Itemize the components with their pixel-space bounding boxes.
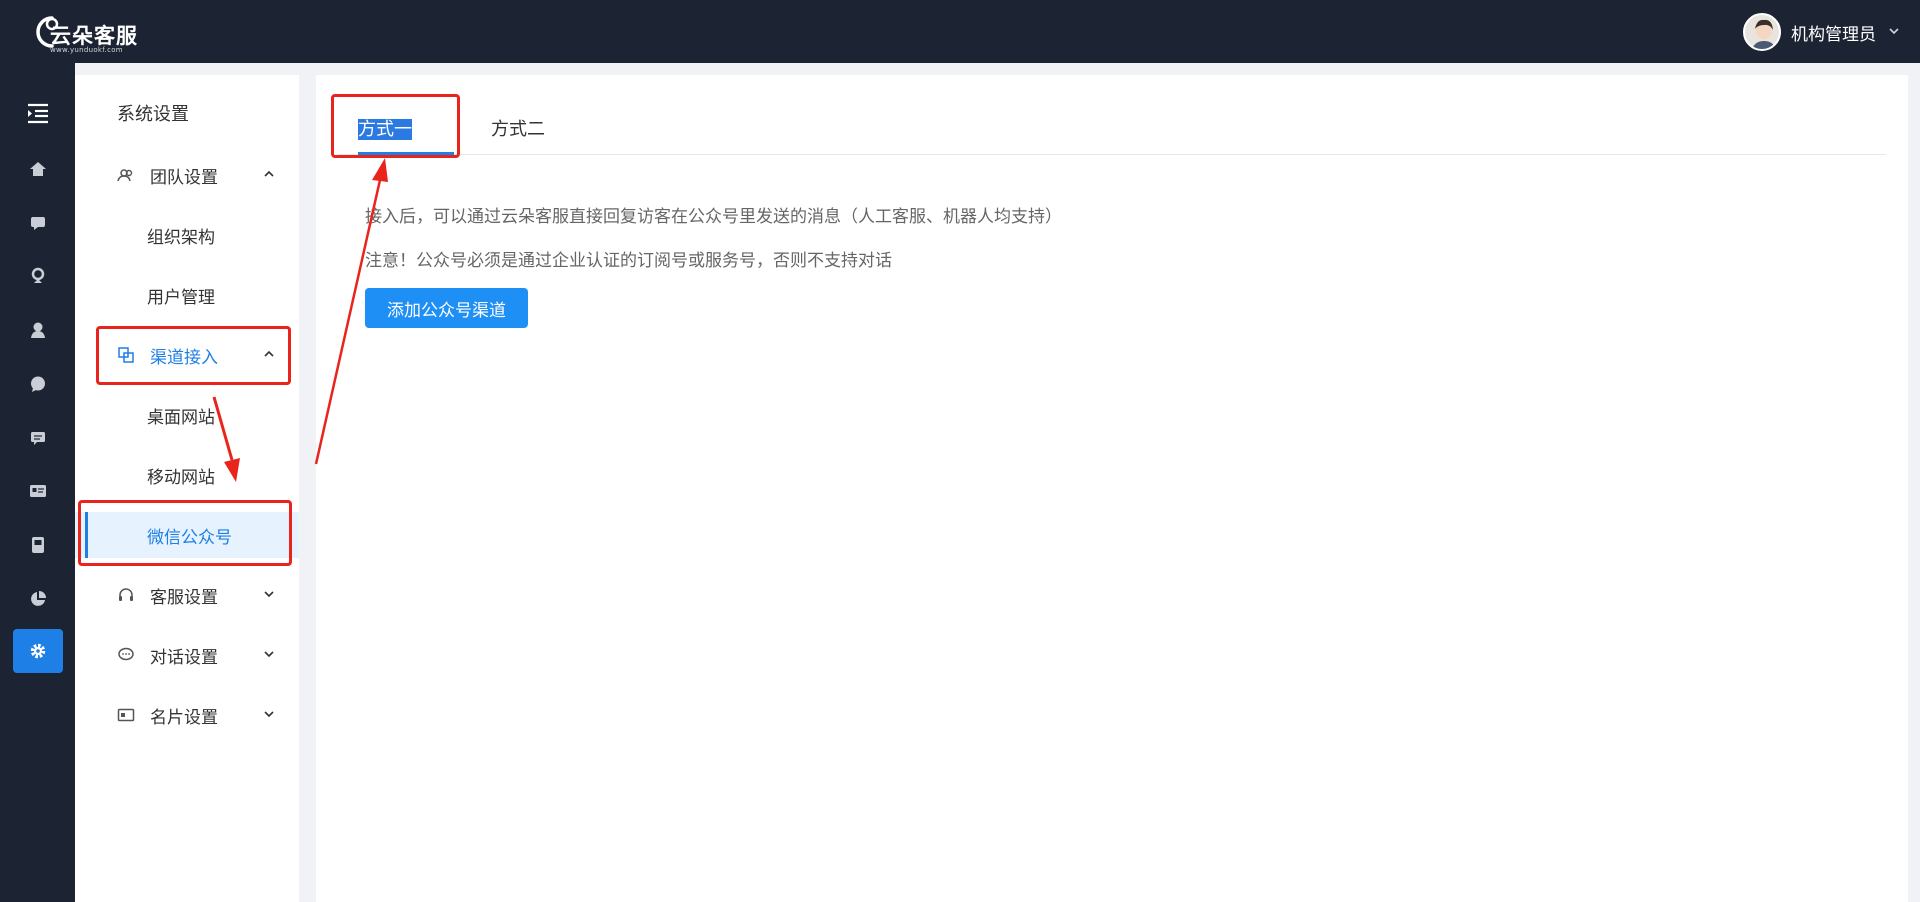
annotation-box: [96, 326, 291, 385]
home-icon[interactable]: [13, 147, 63, 191]
brand-url: www.yunduokf.com: [50, 46, 123, 54]
chevron-down-icon: [264, 591, 274, 598]
sidebar-group-dialog[interactable]: 对话设置: [75, 632, 299, 678]
sidebar-item-label: 组织架构: [147, 227, 215, 248]
annotation-box: [78, 500, 292, 566]
namecard-icon: [117, 708, 135, 722]
sidebar-title: 系统设置: [117, 104, 189, 125]
warning-text: 注意！公众号必须是通过企业认证的订阅号或服务号，否则不支持对话: [365, 251, 892, 271]
sidebar-item-label: 桌面网站: [147, 407, 215, 428]
dialog-icon: [118, 647, 134, 661]
phone-icon[interactable]: [13, 523, 63, 567]
customer-icon[interactable]: [13, 308, 63, 352]
annotation-box: [331, 94, 460, 158]
sidebar-group-label: 团队设置: [150, 167, 218, 188]
sidebar-item-mobile-site[interactable]: 移动网站: [75, 452, 299, 498]
sidebar-item-org[interactable]: 组织架构: [75, 212, 299, 258]
team-icon: [117, 169, 133, 182]
chevron-up-icon: [264, 170, 274, 177]
chat-icon[interactable]: [13, 201, 63, 245]
sidebar-group-service[interactable]: 客服设置: [75, 572, 299, 618]
chevron-down-icon: [1888, 25, 1900, 40]
comment-icon[interactable]: [13, 416, 63, 460]
sidebar-group-label: 名片设置: [150, 707, 218, 728]
sidebar-item-users[interactable]: 用户管理: [75, 272, 299, 318]
sidebar-group-label: 客服设置: [150, 587, 218, 608]
avatar: [1743, 13, 1781, 51]
menu-toggle-icon[interactable]: [13, 91, 63, 135]
brand-logo[interactable]: 云朵客服 www.yunduokf.com: [22, 6, 142, 58]
icon-rail: [0, 63, 75, 902]
sidebar-group-label: 对话设置: [150, 647, 218, 668]
tab-bar: 方式一 方式二: [338, 75, 1886, 155]
user-name: 机构管理员: [1791, 24, 1876, 45]
chevron-down-icon: [264, 651, 274, 658]
pie-chart-icon[interactable]: [13, 577, 63, 621]
add-official-account-button[interactable]: 添加公众号渠道: [365, 288, 528, 328]
message-icon[interactable]: [13, 362, 63, 406]
sidebar-group-team[interactable]: 团队设置: [75, 152, 299, 198]
chevron-down-icon: [264, 711, 274, 718]
settings-gear-icon[interactable]: [13, 629, 63, 673]
top-bar: 云朵客服 www.yunduokf.com 机构管理员: [0, 0, 1920, 63]
tab-method-two[interactable]: 方式二: [491, 115, 545, 141]
main-panel: 方式一 方式二 接入后，可以通过云朵客服直接回复访客在公众号里发送的消息（人工客…: [316, 75, 1908, 902]
card-icon[interactable]: [13, 469, 63, 513]
sidebar-item-label: 移动网站: [147, 467, 215, 488]
visitor-icon[interactable]: [13, 254, 63, 298]
sidebar-item-label: 用户管理: [147, 287, 215, 308]
sidebar-group-namecard[interactable]: 名片设置: [75, 692, 299, 738]
user-menu[interactable]: 机构管理员: [1743, 13, 1900, 51]
settings-sidebar: 系统设置 团队设置 组织架构 用户管理 渠道接入 桌面网站 移动网站 微信公众号…: [75, 75, 299, 902]
headset-icon: [119, 588, 133, 601]
info-text: 接入后，可以通过云朵客服直接回复访客在公众号里发送的消息（人工客服、机器人均支持…: [365, 207, 1062, 227]
sidebar-item-desktop-site[interactable]: 桌面网站: [75, 392, 299, 438]
